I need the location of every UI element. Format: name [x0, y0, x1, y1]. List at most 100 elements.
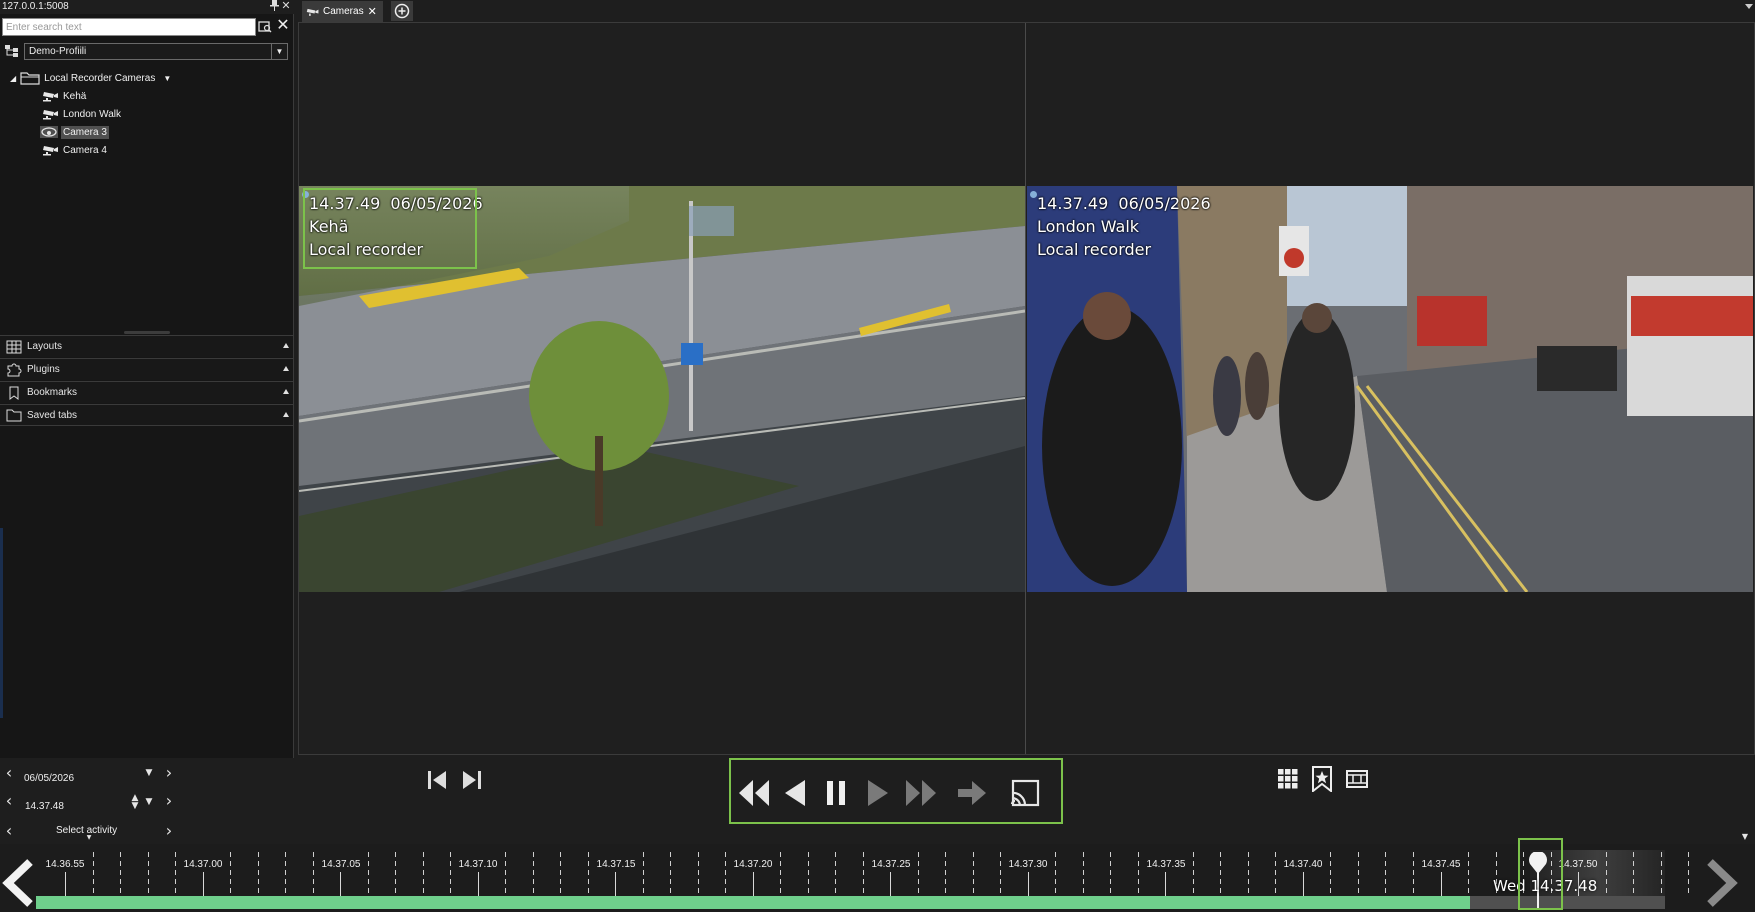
collapse-caret-icon[interactable] — [283, 389, 289, 394]
left-panel: 127.0.0.1:5008 ✕ ✕ Demo-Profiili ▼ ◢ Loc… — [0, 0, 294, 758]
activity-dropdown-icon[interactable]: ▼ — [82, 835, 96, 841]
timeline-scroll-right-icon[interactable] — [1704, 858, 1740, 908]
timeline-tick-label: 14.37.30 — [1008, 859, 1048, 870]
timeline-scroll-left-icon[interactable] — [0, 858, 36, 908]
tree-item-camera-4[interactable]: Camera 4 — [42, 142, 107, 158]
play-icon[interactable] — [866, 778, 890, 808]
cast-icon[interactable] — [1009, 778, 1041, 808]
camera-view-area: 14.37.49 06/05/2026 Kehä Local recorder — [298, 22, 1755, 755]
grid-layout-icon[interactable] — [1277, 768, 1299, 790]
tab-bar: Cameras ✕ — [298, 0, 1755, 22]
camera-icon — [43, 110, 58, 120]
timeline-minor-tick — [120, 852, 121, 896]
pause-icon[interactable] — [824, 778, 850, 808]
timeline-minor-tick — [863, 852, 864, 896]
close-tab-icon[interactable]: ✕ — [368, 5, 377, 18]
time-selector[interactable]: 14.37.48 — [25, 796, 64, 816]
server-address: 127.0.0.1:5008 — [2, 1, 69, 12]
timeline-minor-tick — [1248, 852, 1249, 896]
timeline-minor-tick — [918, 852, 919, 896]
expand-triangle-icon[interactable]: ◢ — [10, 74, 16, 83]
collapse-caret-icon[interactable] — [283, 366, 289, 371]
timeline-minor-tick — [368, 852, 369, 896]
time-prev-chevron-icon[interactable]: ‹ — [2, 793, 16, 809]
filmstrip-icon[interactable] — [1346, 770, 1368, 788]
panel-label: Bookmarks — [27, 387, 78, 398]
timeline-minor-tick — [1220, 852, 1221, 896]
fast-forward-icon[interactable] — [904, 778, 938, 808]
search-input[interactable] — [2, 18, 256, 36]
panel-saved-tabs[interactable]: Saved tabs — [0, 404, 293, 426]
filter-icon[interactable] — [258, 19, 272, 35]
timeline-minor-tick — [1385, 852, 1386, 896]
date-dropdown-icon[interactable]: ▼ — [142, 766, 156, 782]
status-dot — [302, 191, 309, 198]
time-dropdown-icon[interactable]: ▼ — [142, 795, 156, 811]
profile-value: Demo-Profiili — [29, 46, 87, 57]
time-spinner-icon[interactable]: ▲ ▼ — [128, 794, 142, 812]
tree-item-label: Kehä — [63, 90, 87, 102]
step-forward-frame-icon[interactable] — [461, 768, 483, 792]
step-back-frame-icon[interactable] — [426, 768, 448, 792]
video-overlay-london-walk: 14.37.49 06/05/2026 London Walk Local re… — [1037, 192, 1211, 261]
side-accent-strip — [0, 528, 3, 718]
timeline-tick-label: 14.37.00 — [183, 859, 223, 870]
no-recording-range-bar — [1470, 896, 1665, 909]
timeline-major-tick — [1165, 872, 1166, 896]
go-to-live-arrow-icon[interactable] — [956, 779, 988, 807]
video-feed-london-walk[interactable]: 14.37.49 06/05/2026 London Walk Local re… — [1027, 186, 1753, 592]
tab-label: Cameras — [323, 6, 364, 17]
puzzle-icon — [7, 363, 22, 376]
tab-menu-chevron-icon[interactable] — [1745, 4, 1753, 9]
fast-rewind-icon[interactable] — [737, 778, 771, 808]
timeline-tick-label: 14.37.15 — [596, 859, 636, 870]
bookmark-star-icon[interactable] — [1311, 766, 1333, 792]
tree-item-label: Camera 4 — [63, 144, 107, 156]
tree-item-london-walk[interactable]: London Walk — [42, 106, 121, 122]
date-prev-chevron-icon[interactable]: ‹ — [2, 765, 16, 781]
timeline-tick-label: 14.37.35 — [1146, 859, 1186, 870]
clear-search-icon[interactable]: ✕ — [276, 17, 290, 35]
video-overlay-keha: 14.37.49 06/05/2026 Kehä Local recorder — [309, 192, 483, 261]
play-reverse-icon[interactable] — [783, 778, 807, 808]
camera-tile-london-walk[interactable]: 14.37.49 06/05/2026 London Walk Local re… — [1027, 23, 1754, 754]
date-selector[interactable]: 06/05/2026 — [24, 768, 74, 788]
overlay-date: 06/05/2026 — [1118, 194, 1211, 213]
pin-icon[interactable] — [268, 0, 280, 13]
timeline-tick-label: 14.36.55 — [45, 859, 85, 870]
panel-layouts[interactable]: Layouts — [0, 335, 293, 357]
camera-tile-keha[interactable]: 14.37.49 06/05/2026 Kehä Local recorder — [299, 23, 1026, 754]
tree-item-keha[interactable]: Kehä — [42, 88, 86, 104]
timeline-major-tick — [65, 872, 66, 896]
timeline-major-tick — [615, 872, 616, 896]
profile-dropdown[interactable]: Demo-Profiili ▼ — [24, 43, 288, 60]
timeline-collapse-chevron-icon[interactable]: ▼ — [1738, 829, 1752, 845]
timeline-minor-tick — [93, 852, 94, 896]
close-panel-icon[interactable]: ✕ — [280, 0, 292, 13]
panel-bookmarks[interactable]: Bookmarks — [0, 381, 293, 403]
recording-range-bar[interactable] — [36, 896, 1470, 909]
date-next-chevron-icon[interactable]: › — [162, 765, 176, 781]
tree-folder-local-recorder[interactable]: ◢ Local Recorder Cameras ▼ — [10, 70, 171, 86]
folder-icon — [6, 409, 22, 422]
playhead-time-label: Wed 14.37.48 — [1493, 877, 1598, 895]
tab-cameras[interactable]: Cameras ✕ — [302, 1, 383, 22]
chevron-down-icon[interactable]: ▼ — [163, 74, 171, 83]
time-next-chevron-icon[interactable]: › — [162, 793, 176, 809]
collapse-caret-icon[interactable] — [283, 343, 289, 348]
tree-item-label: London Walk — [63, 108, 121, 120]
timeline-minor-tick — [1083, 852, 1084, 896]
activity-next-chevron-icon[interactable]: › — [162, 823, 176, 839]
status-dot — [1030, 191, 1037, 198]
timeline-minor-tick — [285, 852, 286, 896]
collapse-caret-icon[interactable] — [283, 412, 289, 417]
add-tab-button[interactable] — [391, 1, 413, 21]
panel-splitter-handle[interactable] — [124, 331, 170, 334]
timeline-minor-tick — [780, 852, 781, 896]
panel-plugins[interactable]: Plugins — [0, 358, 293, 380]
activity-prev-chevron-icon[interactable]: ‹ — [2, 823, 16, 839]
timeline-major-tick — [1303, 872, 1304, 896]
video-feed-keha[interactable]: 14.37.49 06/05/2026 Kehä Local recorder — [299, 186, 1025, 592]
tree-item-camera-3[interactable]: Camera 3 — [40, 124, 109, 140]
panel-label: Saved tabs — [27, 409, 78, 421]
